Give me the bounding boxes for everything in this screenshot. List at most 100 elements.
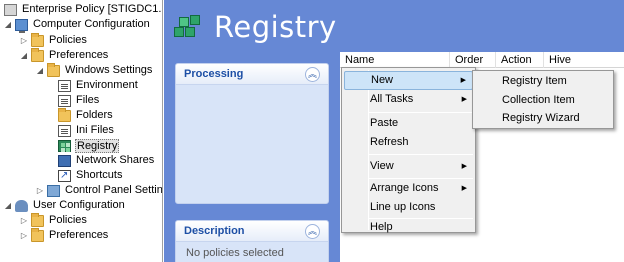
menu-item-line-up-icons[interactable]: Line up Icons [344, 198, 473, 217]
tree-label: Preferences [49, 49, 109, 61]
environment-icon [58, 79, 71, 92]
tree-label: Shortcuts [76, 169, 123, 181]
tree-node-windows-settings[interactable]: ◢ Windows Settings [36, 62, 153, 78]
menu-item-new[interactable]: New ▶ [344, 71, 473, 90]
control-panel-icon [47, 184, 60, 197]
new-submenu: Registry Item Collection Item Registry W… [472, 70, 614, 129]
tree-label: Environment [76, 79, 138, 91]
collapsed-arrow-icon[interactable]: ▷ [36, 183, 44, 198]
menu-item-registry-item[interactable]: Registry Item [475, 72, 611, 91]
tree-node-ini-files[interactable]: Ini Files [58, 123, 115, 138]
expanded-arrow-icon[interactable]: ◢ [4, 198, 12, 213]
collapsed-arrow-icon[interactable]: ▷ [20, 33, 28, 48]
tree-label: Ini Files [76, 124, 114, 136]
tree-label: Registry [75, 138, 120, 153]
menu-item-label: Arrange Icons [370, 182, 439, 194]
menu-item-collection-item[interactable]: Collection Item [475, 91, 611, 110]
menu-item-registry-wizard[interactable]: Registry Wizard [475, 109, 611, 128]
registry-icon [58, 139, 71, 152]
folder-icon [31, 227, 44, 242]
menu-item-label: Line up Icons [370, 201, 436, 213]
collapsed-arrow-icon[interactable]: ▷ [20, 213, 28, 228]
submenu-arrow-icon: ▶ [461, 96, 467, 103]
column-name[interactable]: Name [340, 52, 450, 68]
file-icon [58, 94, 71, 107]
tree-node-environment[interactable]: Environment [58, 78, 139, 93]
tree-node-shortcuts[interactable]: Shortcuts [58, 168, 123, 183]
tree-label: Enterprise Policy [STIGDC1.STIG [22, 3, 162, 15]
menu-separator [369, 154, 473, 155]
panel-title: Processing [184, 68, 244, 80]
menu-item-refresh[interactable]: Refresh [344, 133, 473, 152]
tree-node-preferences[interactable]: ◢ Preferences [20, 47, 109, 63]
tree-node-user-policies[interactable]: ▷ Policies [20, 212, 88, 228]
tree-node-user-configuration[interactable]: ◢ User Configuration [4, 198, 126, 213]
user-icon [15, 199, 28, 212]
menu-item-label: New [371, 74, 394, 86]
registry-banner: Registry [164, 0, 624, 52]
submenu-arrow-icon: ▶ [461, 185, 467, 192]
menu-separator [369, 112, 473, 113]
menu-item-label: Help [370, 221, 393, 233]
panel-body [176, 85, 328, 95]
expanded-arrow-icon[interactable]: ◢ [36, 63, 44, 78]
collapse-chevron-icon[interactable]: ︽ [305, 224, 320, 239]
column-order[interactable]: Order [450, 52, 496, 68]
menu-item-arrange-icons[interactable]: Arrange Icons ▶ [344, 179, 473, 198]
menu-item-label: Refresh [370, 136, 409, 148]
tree-node-registry[interactable]: Registry [58, 138, 120, 153]
tree-label: Folders [76, 109, 113, 121]
collapse-chevron-icon[interactable]: ︽ [305, 67, 320, 82]
menu-item-help[interactable]: Help [344, 218, 473, 237]
tree-label: Windows Settings [65, 64, 153, 76]
tree-node-control-panel[interactable]: ▷ Control Panel Setting [36, 183, 163, 198]
description-panel: Description ︽ No policies selected [175, 220, 329, 262]
console-tree: Enterprise Policy [STIGDC1.STIG ◢ Comput… [0, 0, 163, 262]
panel-body: No policies selected [186, 247, 284, 259]
context-menu: New ▶ All Tasks ▶ Paste Refresh View ▶ A… [341, 67, 476, 233]
tree-label: Files [76, 94, 100, 106]
menu-item-paste[interactable]: Paste [344, 114, 473, 133]
submenu-arrow-icon: ▶ [461, 163, 467, 170]
menu-item-view[interactable]: View ▶ [344, 157, 473, 176]
tree-node-root[interactable]: Enterprise Policy [STIGDC1.STIG [4, 2, 162, 17]
tree-node-computer-configuration[interactable]: ◢ Computer Configuration [4, 17, 151, 33]
panel-title: Description [184, 225, 245, 237]
tree-label: Control Panel Setting [65, 184, 163, 196]
tree-label: Preferences [49, 229, 109, 241]
menu-item-label: All Tasks [370, 93, 414, 105]
folder-icon [58, 107, 71, 122]
tree-node-network-shares[interactable]: Network Shares [58, 153, 155, 168]
tree-node-folders[interactable]: Folders [58, 107, 114, 123]
shortcut-icon [58, 168, 71, 183]
menu-item-label: View [370, 160, 394, 172]
menu-item-label: Registry Item [502, 75, 567, 87]
tree-label: Policies [49, 34, 87, 46]
tree-label: Network Shares [76, 154, 155, 166]
menu-item-label: Collection Item [502, 94, 575, 106]
tree-node-policies[interactable]: ▷ Policies [20, 32, 88, 48]
menu-item-label: Registry Wizard [502, 112, 580, 124]
ini-file-icon [58, 124, 71, 137]
collapsed-arrow-icon[interactable]: ▷ [20, 228, 28, 243]
folder-icon [31, 32, 44, 47]
computer-icon [15, 18, 28, 33]
folder-icon [47, 62, 60, 77]
folder-icon [31, 212, 44, 227]
column-hive[interactable]: Hive [544, 52, 624, 68]
folder-icon [31, 47, 44, 62]
description-panel-header[interactable]: Description ︽ [176, 221, 328, 242]
expanded-arrow-icon[interactable]: ◢ [4, 17, 12, 32]
tree-node-files[interactable]: Files [58, 93, 100, 108]
page-title: Registry [214, 10, 337, 44]
tree-node-user-preferences[interactable]: ▷ Preferences [20, 227, 109, 243]
tree-label: Policies [49, 214, 87, 226]
tree-label: User Configuration [33, 199, 125, 211]
processing-panel: Processing ︽ [175, 63, 329, 204]
submenu-arrow-icon: ▶ [460, 77, 466, 84]
expanded-arrow-icon[interactable]: ◢ [20, 48, 28, 63]
menu-item-all-tasks[interactable]: All Tasks ▶ [344, 90, 473, 109]
network-share-icon [58, 154, 71, 167]
column-action[interactable]: Action [496, 52, 544, 68]
processing-panel-header[interactable]: Processing ︽ [176, 64, 328, 85]
